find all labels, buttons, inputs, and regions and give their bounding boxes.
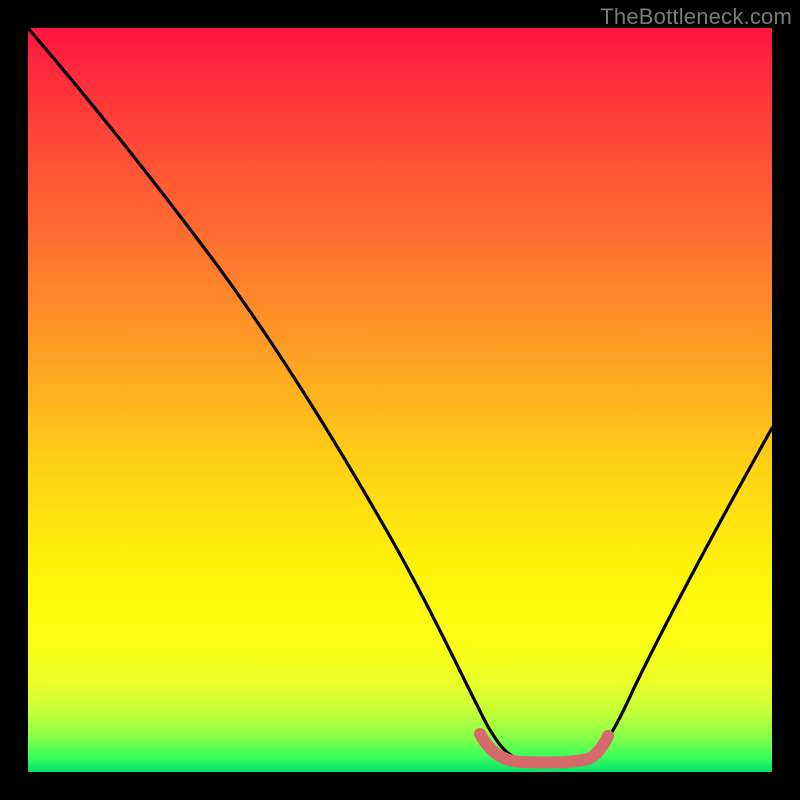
curve-layer: [28, 28, 772, 772]
bottleneck-curve: [28, 28, 772, 762]
fit-zone-marker: [480, 734, 608, 763]
chart-frame: TheBottleneck.com: [0, 0, 800, 800]
plot-area: [28, 28, 772, 772]
watermark-text: TheBottleneck.com: [600, 4, 792, 30]
